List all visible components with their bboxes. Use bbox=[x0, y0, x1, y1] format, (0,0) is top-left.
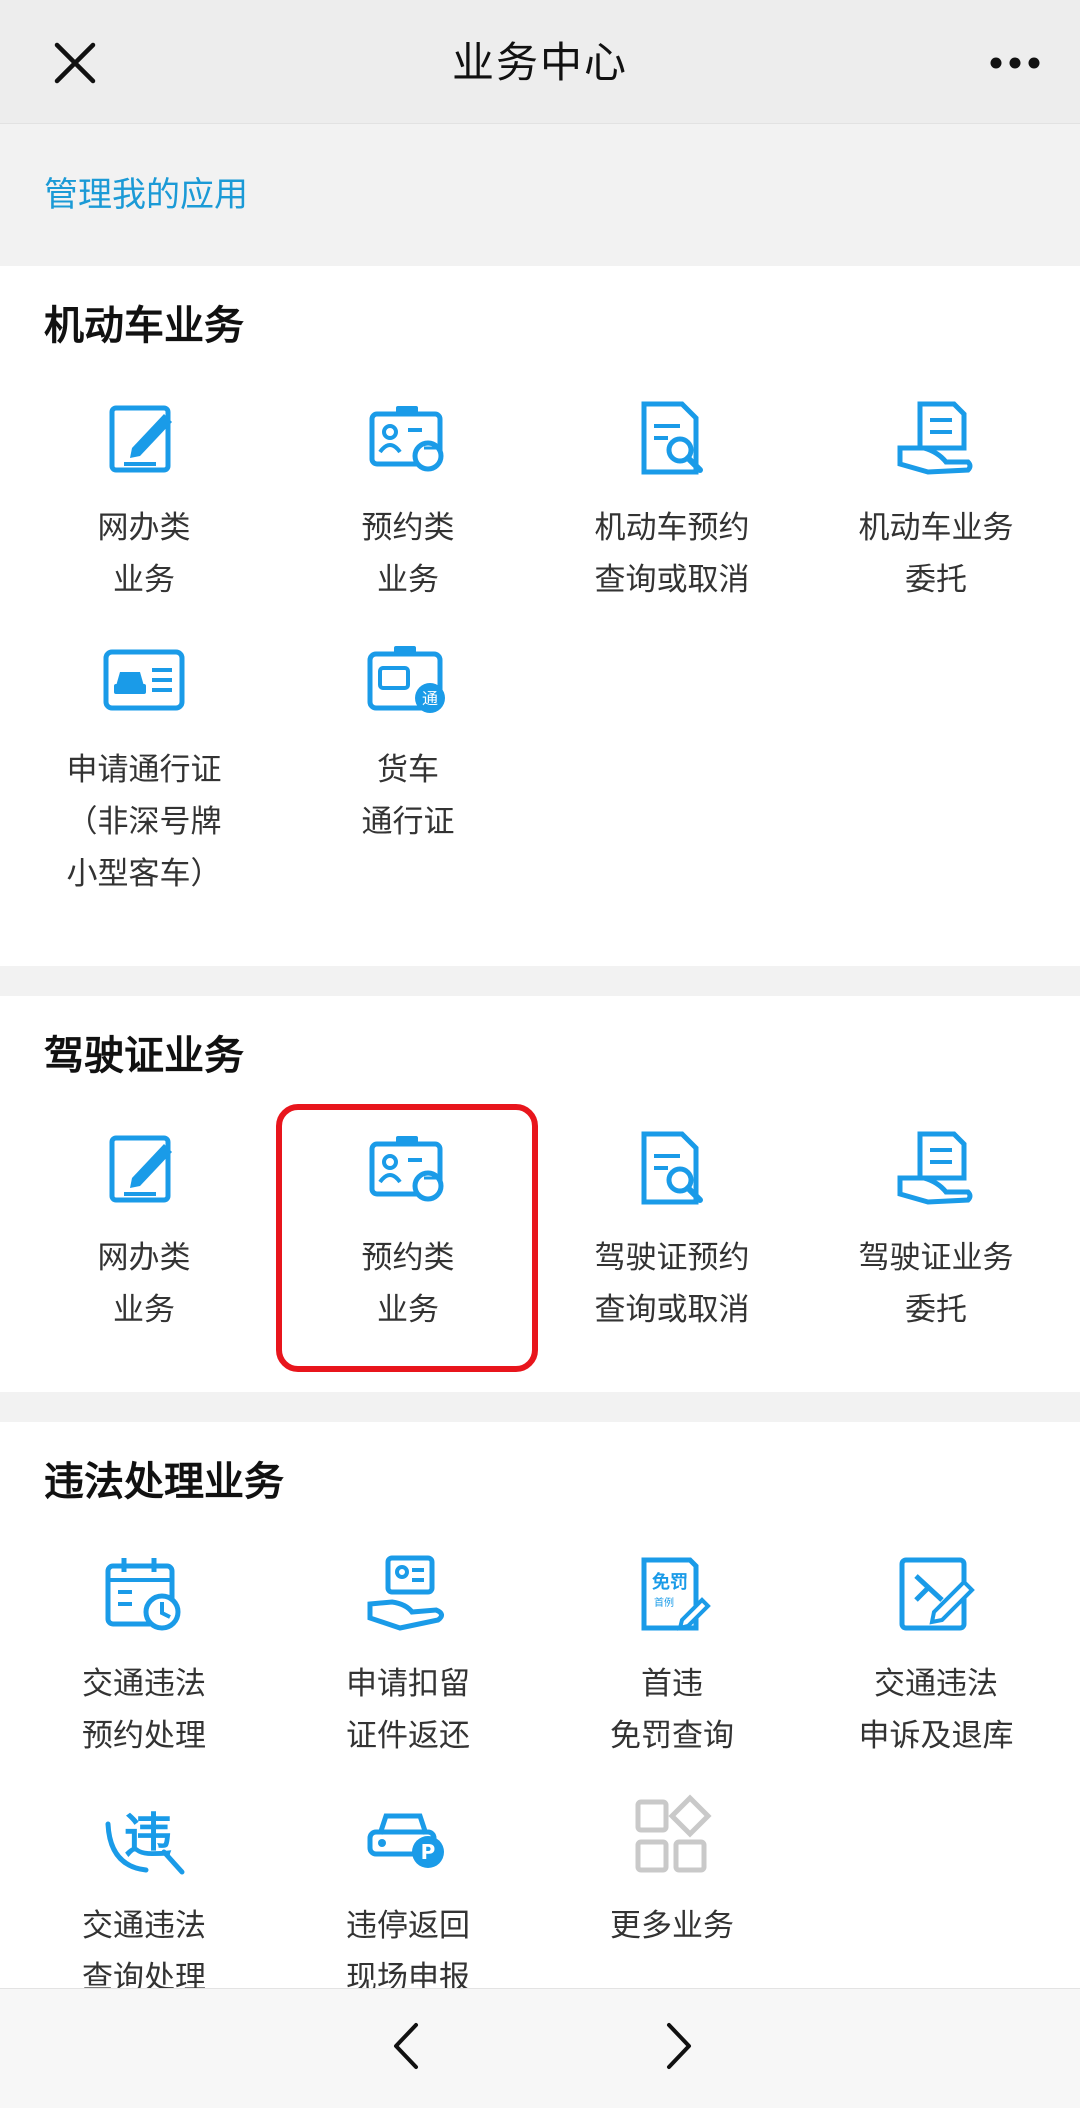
fine-exempt-icon: 免罚 首例 bbox=[641, 1557, 711, 1631]
calendar-clock-icon bbox=[105, 1558, 181, 1631]
section-motor-vehicle: 机动车业务 网办类 业务 预约类 业务 机动车预约 查询或取消 机动车业务 委托… bbox=[0, 266, 1080, 966]
page: 业务中心 管理我的应用 机动车业务 网办类 业务 预约类 业务 机动车预约 查询… bbox=[0, 0, 1080, 2108]
service-truck-pass[interactable]: 通 货车 通行证 bbox=[276, 628, 540, 900]
id-card-refresh-icon bbox=[369, 406, 444, 472]
hand-document-icon bbox=[897, 401, 973, 475]
service-pass-apply[interactable]: 申请通行证 （非深号牌 小型客车） bbox=[12, 628, 276, 900]
service-label: 交通违法 预约处理 bbox=[82, 1666, 206, 1754]
section-violation: 违法处理业务 交通违法 预约处理 申请扣留 证件返还 免罚 首例 首违 免罚查询… bbox=[0, 1422, 1080, 1996]
service-label: 申请通行证 （非深号牌 小型客车） bbox=[66, 752, 222, 892]
car-parking-icon: P bbox=[367, 1813, 444, 1868]
service-appointment[interactable]: 预约类 业务 bbox=[276, 1116, 540, 1336]
service-grid: 网办类 业务 预约类 业务 bbox=[12, 1116, 1068, 1336]
service-online-business[interactable]: 网办类 业务 bbox=[12, 386, 276, 606]
service-appointment-query[interactable]: 驾驶证预约 查询或取消 bbox=[540, 1116, 804, 1336]
more-button[interactable] bbox=[980, 28, 1050, 98]
service-label: 货车 通行证 bbox=[361, 752, 455, 840]
service-violation-appointment[interactable]: 交通违法 预约处理 bbox=[12, 1542, 276, 1762]
car-card-icon bbox=[103, 649, 185, 711]
top-bar: 业务中心 bbox=[0, 0, 1080, 124]
manage-apps-link[interactable]: 管理我的应用 bbox=[44, 173, 248, 217]
service-appointment[interactable]: 预约类 业务 bbox=[276, 386, 540, 606]
service-appointment-query[interactable]: 机动车预约 查询或取消 bbox=[540, 386, 804, 606]
service-label: 交通违法 申诉及退库 bbox=[858, 1666, 1014, 1754]
section-title: 驾驶证业务 bbox=[44, 1033, 244, 1079]
icon-text-top: 免罚 bbox=[652, 1571, 688, 1593]
service-label: 机动车预约 查询或取消 bbox=[594, 510, 750, 598]
back-button[interactable] bbox=[370, 2011, 440, 2081]
icon-text-bottom: 首例 bbox=[654, 1596, 674, 1609]
service-label: 网办类 业务 bbox=[97, 1240, 191, 1328]
edit-document-icon bbox=[109, 1135, 172, 1203]
more-icon bbox=[990, 57, 1040, 69]
section-driver-license: 驾驶证业务 网办类 业务 预约类 业务 驾驶证预约 查询或取消 驾驶证业务 委托 bbox=[0, 996, 1080, 1392]
page-title: 业务中心 bbox=[451, 38, 628, 87]
section-title: 机动车业务 bbox=[44, 303, 244, 349]
hand-id-icon bbox=[367, 1555, 444, 1631]
service-more[interactable]: 更多业务 bbox=[540, 1784, 804, 2004]
service-label: 更多业务 bbox=[610, 1908, 734, 1944]
service-label: 机动车业务 委托 bbox=[858, 510, 1014, 598]
service-first-violation[interactable]: 免罚 首例 首违 免罚查询 bbox=[540, 1542, 804, 1762]
edit-document-icon bbox=[109, 405, 172, 473]
service-appeal[interactable]: 交通违法 申诉及退库 bbox=[804, 1542, 1068, 1762]
service-certificate-return[interactable]: 申请扣留 证件返还 bbox=[276, 1542, 540, 1762]
document-search-icon bbox=[641, 1131, 703, 1205]
service-label: 驾驶证业务 委托 bbox=[858, 1240, 1014, 1328]
appeal-edit-icon bbox=[899, 1557, 975, 1631]
chevron-left-icon bbox=[394, 2023, 418, 2069]
more-apps-icon bbox=[635, 1794, 712, 1873]
forward-button[interactable] bbox=[645, 2011, 715, 2081]
bottom-nav bbox=[0, 1988, 1080, 2108]
service-label: 网办类 业务 bbox=[97, 510, 191, 598]
service-delegation[interactable]: 驾驶证业务 委托 bbox=[804, 1116, 1068, 1336]
section-title: 违法处理业务 bbox=[44, 1459, 284, 1505]
hand-document-icon bbox=[897, 1131, 973, 1205]
service-label: 首违 免罚查询 bbox=[610, 1666, 734, 1754]
violation-icon: 违 bbox=[105, 1808, 185, 1875]
service-parking-report[interactable]: P 违停返回 现场申报 bbox=[276, 1784, 540, 2004]
service-grid: 网办类 业务 预约类 业务 bbox=[12, 386, 1068, 900]
id-card-refresh-icon bbox=[369, 1136, 444, 1202]
service-label: 驾驶证预约 查询或取消 bbox=[594, 1240, 750, 1328]
document-search-icon bbox=[641, 401, 703, 475]
service-label: 申请扣留 证件返还 bbox=[346, 1666, 470, 1754]
service-delegation[interactable]: 机动车业务 委托 bbox=[804, 386, 1068, 606]
service-label: 预约类 业务 bbox=[361, 1240, 455, 1328]
service-online-business[interactable]: 网办类 业务 bbox=[12, 1116, 276, 1336]
manage-bar: 管理我的应用 bbox=[0, 125, 1080, 265]
truck-pass-icon: 通 bbox=[367, 646, 445, 713]
service-grid: 交通违法 预约处理 申请扣留 证件返还 免罚 首例 首违 免罚查询 交通违法 申… bbox=[12, 1542, 1068, 2004]
service-label: 预约类 业务 bbox=[361, 510, 455, 598]
service-violation-query[interactable]: 违 交通违法 查询处理 bbox=[12, 1784, 276, 2004]
chevron-right-icon bbox=[667, 2023, 691, 2069]
icon-text-top: P bbox=[421, 1840, 436, 1864]
svg-text:通: 通 bbox=[422, 689, 438, 708]
